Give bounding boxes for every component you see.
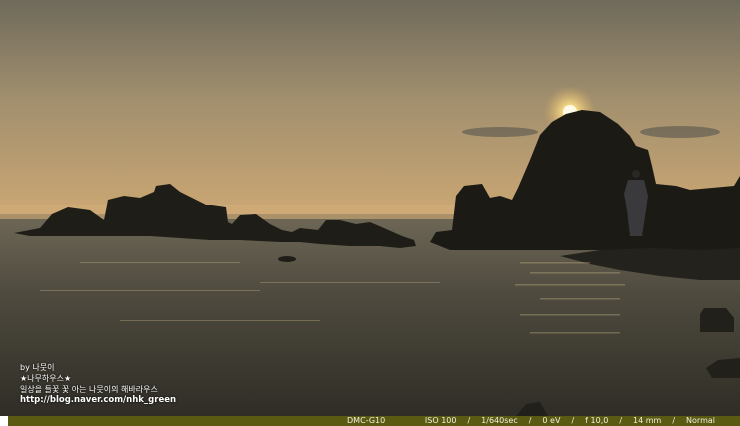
exif-focal: 14 mm <box>633 416 662 425</box>
exif-separator: / <box>672 416 676 425</box>
blog-watermark: by 나뭇이 ★나무하우스★ 일상을 들꽃 꽃 아는 나뭇이의 해바라우스 ht… <box>20 362 176 406</box>
person-head <box>632 170 640 178</box>
exif-shutter: 1/640sec <box>481 416 518 425</box>
exif-camera: DMC-G10 <box>347 416 386 425</box>
watermark-title: ★나무하우스★ <box>20 374 72 383</box>
small-rock <box>278 256 296 262</box>
exif-separator: / <box>467 416 471 425</box>
exif-separator: / <box>571 416 575 425</box>
watermark-url: http://blog.naver.com/nhk_green <box>20 395 177 405</box>
exif-iso: ISO 100 <box>424 416 457 425</box>
cloud <box>462 127 538 137</box>
exif-separator: / <box>619 416 623 425</box>
exif-ev: 0 eV <box>542 416 561 425</box>
exif-info-bar: DMC-G10 / ISO 100 / 1/640sec / 0 eV / f … <box>0 416 740 426</box>
exif-aperture: f 10,0 <box>585 416 609 425</box>
sunset-photo: by 나뭇이 ★나무하우스★ 일상을 들꽃 꽃 아는 나뭇이의 해바라우스 ht… <box>0 0 740 426</box>
exif-separator: / <box>528 416 532 425</box>
exif-mode: Normal <box>686 416 715 425</box>
bar-edge <box>0 416 8 426</box>
watermark-author: by 나뭇이 <box>20 363 55 372</box>
exif-items: DMC-G10 / ISO 100 / 1/640sec / 0 eV / f … <box>347 416 715 426</box>
watermark-tagline: 일상을 들꽃 꽃 아는 나뭇이의 해바라우스 <box>20 385 158 394</box>
cloud <box>640 126 720 138</box>
